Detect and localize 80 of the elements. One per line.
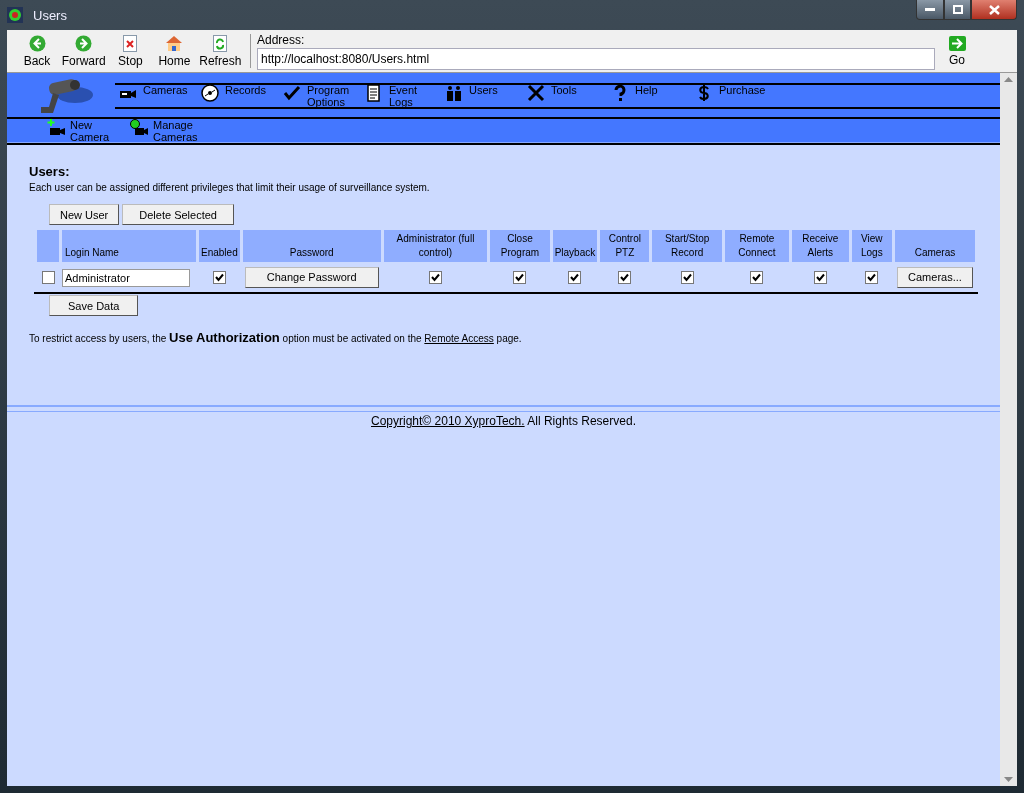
- menu-label: Purchase: [719, 84, 767, 96]
- checkbox[interactable]: [41, 271, 55, 285]
- toolbar-button[interactable]: Back: [15, 34, 59, 68]
- close-icon: [988, 4, 1000, 15]
- menu-label: Cameras: [143, 84, 189, 96]
- toolbar-button[interactable]: Stop: [108, 34, 153, 68]
- column-header: Close Program: [490, 230, 550, 262]
- checkbox[interactable]: [680, 271, 694, 285]
- app-icon: [7, 7, 23, 23]
- note-text: To restrict access by users, the Use Authorization option must be activated on the Remote Access page.: [29, 330, 523, 345]
- menu-label: Records: [225, 84, 267, 96]
- remote-access-link[interactable]: Remote Access: [424, 333, 494, 344]
- action-button[interactable]: Delete Selected: [122, 204, 234, 225]
- column-header: Administrator (full control): [383, 230, 488, 262]
- scrollbar[interactable]: [1000, 73, 1017, 786]
- menu-label: Tools: [551, 84, 578, 96]
- menu-item[interactable]: Purchase: [691, 84, 785, 107]
- checkbox[interactable]: [212, 271, 226, 285]
- go-icon: [948, 35, 966, 51]
- back-icon: [28, 34, 46, 52]
- menu-label: Help: [635, 84, 659, 96]
- save-data-button[interactable]: Save Data: [49, 295, 139, 316]
- column-header: Password: [242, 230, 381, 262]
- checkbox[interactable]: [750, 271, 764, 285]
- home-icon: [165, 34, 184, 52]
- table-button[interactable]: Change Password: [244, 266, 379, 288]
- column-header: Start/Stop Record: [652, 230, 722, 262]
- submenu-label: New Camera: [70, 119, 111, 143]
- column-header: Receive Alerts: [791, 230, 849, 262]
- copyright-link[interactable]: Copyright© 2010 XyproTech.: [371, 414, 525, 428]
- page-heading: Users:: [29, 164, 71, 179]
- menu-label: Event Logs: [389, 84, 419, 108]
- window-title: Users: [33, 7, 67, 23]
- scroll-up-icon: [1004, 77, 1013, 82]
- minimize-button[interactable]: [916, 0, 944, 20]
- toolbar-button[interactable]: Refresh: [196, 34, 245, 68]
- menu-item[interactable]: Help: [607, 84, 691, 107]
- submenu-item[interactable]: Manage Cameras: [130, 119, 199, 143]
- toolbar-button[interactable]: Forward: [59, 34, 109, 68]
- menu-label: Users: [469, 84, 499, 96]
- menu-item[interactable]: Event Logs: [361, 84, 441, 107]
- table-button[interactable]: Cameras...: [896, 266, 973, 288]
- column-header: Cameras: [894, 230, 975, 262]
- maximize-icon: [952, 5, 963, 14]
- menu-item[interactable]: Cameras: [115, 84, 197, 107]
- address-label: Address:: [257, 32, 306, 47]
- menu-item[interactable]: Records: [197, 84, 279, 107]
- submenu-item[interactable]: New Camera: [47, 119, 116, 143]
- maximize-button[interactable]: [944, 0, 971, 20]
- column-header: Playback: [552, 230, 598, 262]
- checkbox[interactable]: [513, 271, 527, 285]
- menu-label: Program Options: [307, 84, 351, 108]
- go-button[interactable]: Go: [935, 35, 979, 67]
- address-field[interactable]: http://localhost:8080/Users.html: [257, 47, 935, 70]
- copyright-text: Copyright© 2010 XyproTech. All Rights Reserved.: [370, 414, 637, 428]
- checkbox[interactable]: [865, 271, 879, 285]
- column-header: Login Name: [62, 230, 196, 262]
- forward-icon: [75, 34, 93, 52]
- column-header: Enabled: [199, 230, 240, 262]
- close-button[interactable]: [971, 0, 1017, 20]
- checkbox[interactable]: [813, 271, 827, 285]
- checkbox[interactable]: [568, 271, 582, 285]
- refresh-icon: [213, 34, 228, 52]
- menu-item[interactable]: Tools: [523, 84, 607, 107]
- login-name-field[interactable]: Administrator: [62, 268, 190, 287]
- submenu-label: Manage Cameras: [153, 119, 199, 143]
- toolbar-button[interactable]: Home: [152, 34, 197, 68]
- menu-item[interactable]: Users: [441, 84, 523, 107]
- menu-item[interactable]: Program Options: [279, 84, 361, 107]
- checkbox[interactable]: [429, 271, 442, 285]
- header-cell: [37, 230, 59, 262]
- stop-icon: [123, 34, 138, 52]
- checkbox[interactable]: [618, 271, 632, 285]
- description-text: Each user can be assigned different privileges that limit their usage of surveillance system.: [29, 182, 431, 193]
- scroll-down-icon: [1004, 777, 1013, 782]
- column-header: View Logs: [851, 230, 892, 262]
- action-button[interactable]: New User: [49, 204, 120, 225]
- column-header: Remote Connect: [724, 230, 789, 262]
- minimize-icon: [925, 7, 935, 12]
- column-header: Control PTZ: [600, 230, 650, 262]
